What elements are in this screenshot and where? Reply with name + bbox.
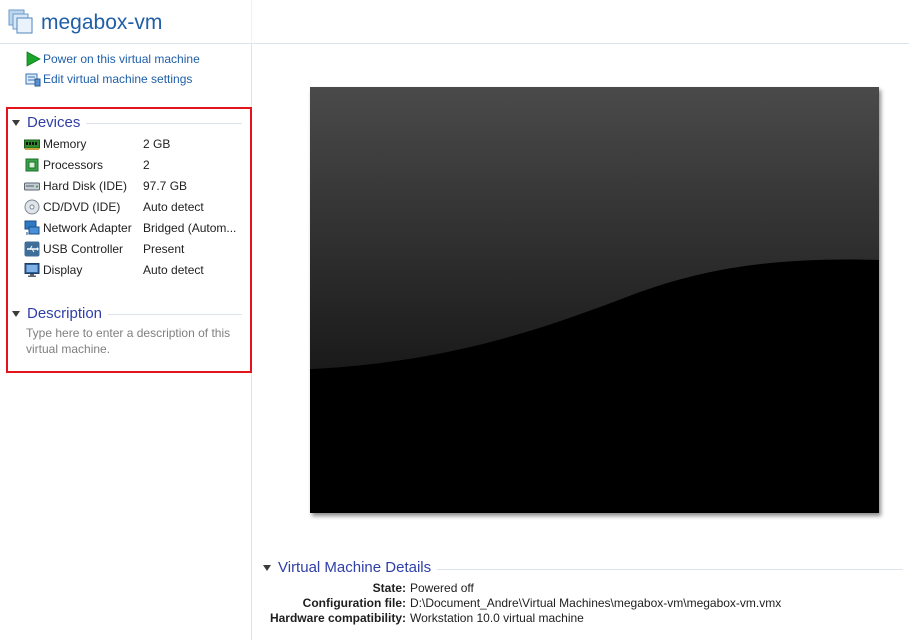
- edit-settings-label: Edit virtual machine settings: [43, 72, 193, 86]
- details-divider: [437, 569, 903, 570]
- header-divider: [251, 0, 252, 44]
- details-title: Virtual Machine Details: [278, 559, 432, 576]
- play-icon: [25, 51, 41, 67]
- vm-title: megabox-vm: [41, 11, 163, 34]
- title-bar: megabox-vm: [0, 0, 909, 44]
- highlight-box: [6, 107, 252, 373]
- detail-value: D:\Document_Andre\Virtual Machines\megab…: [410, 595, 782, 610]
- detail-row-hardware-compat: Hardware compatibility: Workstation 10.0…: [262, 610, 902, 625]
- virtual-machine-icon: [8, 9, 34, 35]
- edit-settings-link[interactable]: Edit virtual machine settings: [25, 71, 192, 87]
- detail-row-config-file: Configuration file: D:\Document_Andre\Vi…: [262, 595, 902, 610]
- settings-icon: [25, 71, 41, 87]
- power-on-link[interactable]: Power on this virtual machine: [25, 51, 200, 67]
- detail-row-state: State: Powered off: [262, 580, 902, 595]
- collapse-triangle-icon[interactable]: [263, 564, 271, 571]
- detail-key: State:: [372, 580, 406, 595]
- detail-key: Configuration file:: [302, 595, 406, 610]
- detail-value: Workstation 10.0 virtual machine: [410, 610, 584, 625]
- detail-value: Powered off: [410, 580, 474, 595]
- details-header: Virtual Machine Details: [263, 559, 431, 576]
- vm-screen-thumbnail[interactable]: [310, 87, 879, 513]
- detail-key: Hardware compatibility:: [269, 610, 406, 625]
- power-on-label: Power on this virtual machine: [43, 52, 200, 66]
